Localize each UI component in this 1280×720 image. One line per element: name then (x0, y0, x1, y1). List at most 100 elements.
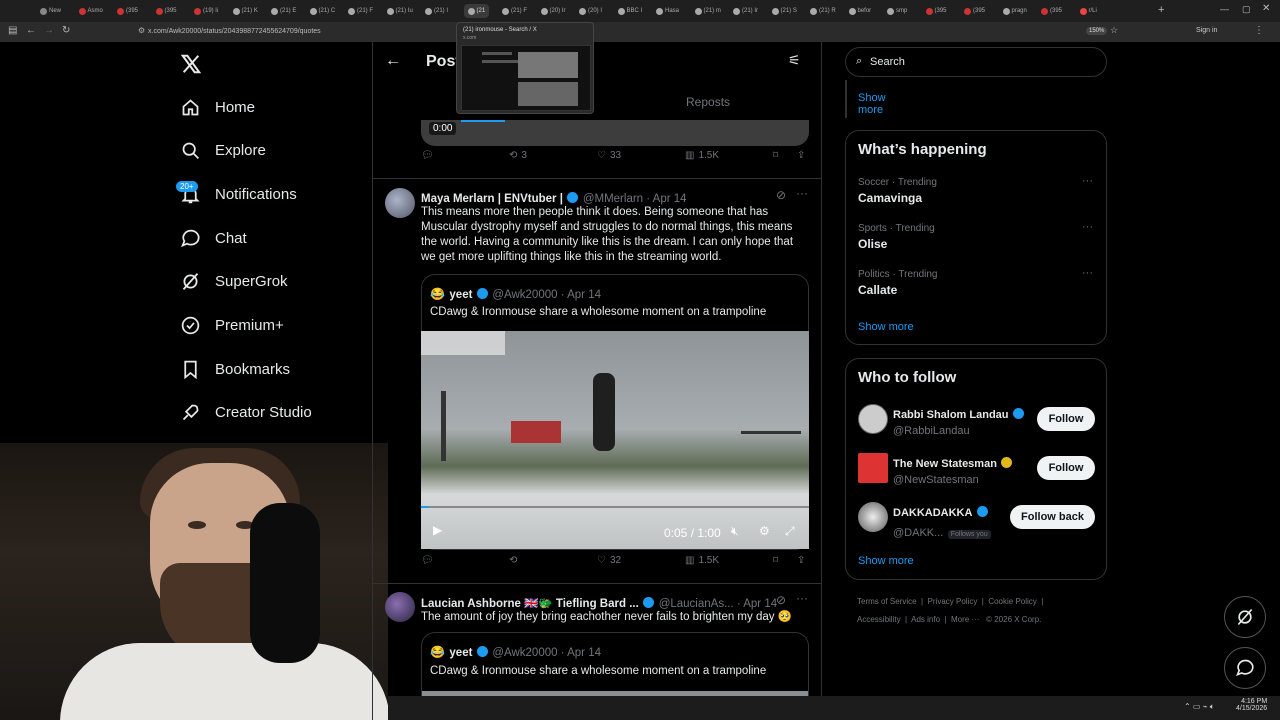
grok-icon[interactable]: ⊘ (776, 188, 786, 202)
nav-bookmarks[interactable]: Bookmarks (180, 359, 290, 380)
browser-tab[interactable]: (21) I (425, 4, 448, 18)
follow-suggestion[interactable]: DAKKADAKKA @DAKK... Follows you (893, 503, 991, 541)
tab-reposts[interactable]: Reposts (686, 95, 730, 109)
maximize-icon[interactable]: ▢ (1242, 4, 1251, 15)
browser-tab[interactable]: BBC I (617, 4, 642, 18)
browser-tab[interactable]: Hasa (656, 4, 679, 18)
menu-icon[interactable]: ⋮ (1254, 25, 1264, 36)
zoom-level[interactable]: 150% (1086, 27, 1108, 35)
video-player-top[interactable]: 0:00 (421, 120, 809, 146)
views-button[interactable]: ▥ 1.5K (685, 555, 719, 566)
author-handle[interactable]: @MMerlarn · Apr 14 (583, 193, 687, 205)
footer-ads[interactable]: Ads info (911, 615, 940, 624)
trend-item[interactable]: Soccer · Trending Camavinga (858, 177, 937, 205)
x-logo-icon[interactable] (180, 53, 202, 80)
bookmark-star-icon[interactable]: ☆ (1110, 25, 1118, 36)
nav-creator-studio[interactable]: Creator Studio (180, 402, 312, 423)
footer-terms[interactable]: Terms of Service (857, 597, 917, 606)
nav-premium[interactable]: Premium+ (180, 315, 284, 336)
bookmark-post-icon[interactable]: ⌑ (773, 555, 778, 566)
forward-icon[interactable]: → (44, 25, 54, 36)
nav-chat[interactable]: Chat (180, 228, 247, 249)
sign-in-button[interactable]: Sign in (1196, 27, 1217, 34)
avatar[interactable] (858, 404, 888, 434)
show-more-link[interactable]: Show more (858, 92, 886, 116)
avatar[interactable] (858, 502, 888, 532)
play-icon[interactable]: ▶ (433, 523, 442, 537)
follow-suggestion[interactable]: The New Statesman @NewStatesman (893, 454, 1013, 486)
sidebar-icon[interactable]: ▤ (8, 25, 17, 36)
nav-supergrok[interactable]: SuperGrok (180, 271, 288, 292)
author-name[interactable]: Maya Merlarn | ENVtuber | (421, 193, 563, 205)
more-icon[interactable]: ··· (796, 186, 808, 200)
browser-tab[interactable]: (21) E (271, 4, 296, 18)
settings-icon[interactable]: ⚙ (759, 524, 770, 538)
footer-accessibility[interactable]: Accessibility (857, 615, 901, 624)
browser-tab[interactable]: (21) F (348, 4, 373, 18)
trend-item[interactable]: Politics · Trending Callate (858, 269, 937, 297)
browser-tab[interactable]: (19) li (194, 4, 218, 18)
back-icon[interactable]: ← (26, 25, 36, 36)
browser-tab[interactable]: pragn (1002, 4, 1027, 18)
browser-tab[interactable]: New (40, 4, 61, 18)
share-icon[interactable]: ⇪ (797, 555, 805, 566)
tray-icons[interactable]: ⌃ ▭ ⌁ 🔈︎ (1184, 702, 1215, 712)
reload-icon[interactable]: ↻ (62, 25, 70, 36)
browser-tab[interactable]: (21 (463, 4, 490, 18)
avatar[interactable] (858, 453, 888, 483)
mute-icon[interactable]: 🔇︎ (731, 524, 739, 539)
author-handle[interactable]: @LaucianAs... · Apr 14 (659, 598, 777, 610)
browser-tab[interactable]: (395 (925, 4, 947, 18)
browser-tab[interactable]: (21) F (502, 4, 527, 18)
retweet-button[interactable]: ⟲ 3 (509, 150, 527, 161)
share-icon[interactable]: ⇪ (797, 150, 805, 161)
reply-icon[interactable]: 💬︎ (421, 555, 434, 566)
browser-tab[interactable]: (21) Ir (733, 4, 758, 18)
browser-tab[interactable]: (395 (155, 4, 177, 18)
search-input[interactable]: Search (870, 56, 905, 68)
footer-cookie[interactable]: Cookie Policy (988, 597, 1036, 606)
browser-tab[interactable]: (21) Iu (386, 4, 413, 18)
browser-tab[interactable]: (21) C (309, 4, 335, 18)
like-button[interactable]: ♡ 32 (597, 555, 621, 566)
browser-tab[interactable]: smp (887, 4, 907, 18)
browser-tab[interactable]: (20) Ir (540, 4, 566, 18)
reply-icon[interactable]: 💬︎ (421, 150, 434, 161)
follow-back-button[interactable]: Follow back (1010, 505, 1095, 529)
site-info-icon[interactable]: ⚙ (138, 26, 145, 35)
browser-tab[interactable]: Asmo (78, 4, 103, 18)
browser-tab[interactable]: r/Li (1079, 4, 1097, 18)
more-icon[interactable]: ··· (1082, 175, 1093, 187)
browser-tab[interactable]: (21) R (810, 4, 836, 18)
minimize-icon[interactable]: — (1220, 4, 1229, 14)
browser-tab[interactable]: (21) K (232, 4, 258, 18)
video-player[interactable]: ▶ 0:05 / 1:00 🔇︎ ⚙ ⤢ (421, 331, 809, 549)
more-icon[interactable]: ··· (1082, 267, 1093, 279)
fullscreen-icon[interactable]: ⤢ (785, 524, 795, 539)
bookmark-post-icon[interactable]: ⌑ (773, 150, 778, 161)
browser-tab[interactable]: (21) m (694, 4, 721, 18)
follow-suggestion[interactable]: Rabbi Shalom Landau @RabbiLandau (893, 405, 1024, 437)
grok-fab[interactable] (1224, 596, 1266, 638)
browser-tab[interactable]: befor (848, 4, 871, 18)
follow-button[interactable]: Follow (1037, 407, 1095, 431)
more-icon[interactable]: ··· (1082, 221, 1093, 233)
browser-tab[interactable]: (395 (964, 4, 985, 18)
like-button[interactable]: ♡ 33 (597, 150, 621, 161)
grok-icon[interactable]: ⊘ (776, 593, 786, 607)
avatar[interactable] (385, 188, 415, 218)
browser-tab[interactable]: (21) S (771, 4, 797, 18)
more-icon[interactable]: ··· (796, 591, 808, 605)
nav-home[interactable]: Home (180, 97, 255, 118)
footer-privacy[interactable]: Privacy Policy (928, 597, 978, 606)
browser-tab[interactable]: (395 (117, 4, 138, 18)
footer-more[interactable]: More ··· (951, 615, 979, 624)
views-button[interactable]: ▥ 1.5K (685, 150, 719, 161)
quoted-post[interactable]: 😂 yeet @Awk20000 · Apr 14 CDawg & Ironmo… (421, 632, 809, 696)
clock[interactable]: 4:16 PM 4/15/2026 (1236, 698, 1267, 712)
retweet-button[interactable]: ⟲ (509, 555, 517, 566)
video-progress[interactable] (461, 120, 505, 122)
filter-icon[interactable]: ⚟ (788, 52, 801, 69)
new-tab-icon[interactable]: + (1158, 4, 1164, 16)
back-arrow-icon[interactable]: ← (385, 52, 401, 70)
